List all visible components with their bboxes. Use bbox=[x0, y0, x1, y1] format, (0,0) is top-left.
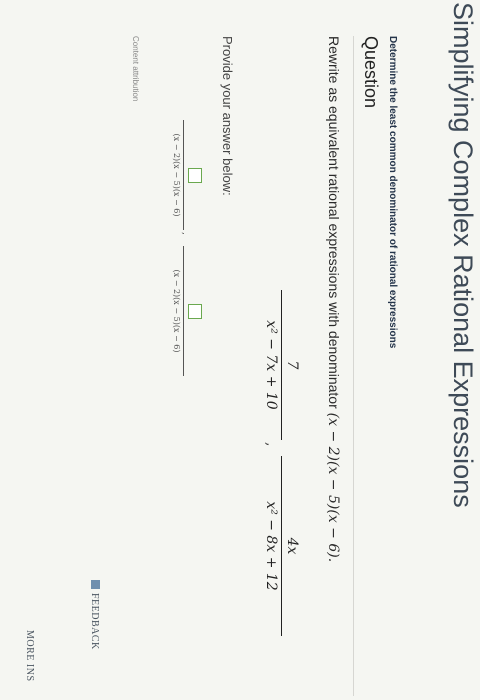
fraction-2-bar bbox=[281, 456, 282, 636]
fraction-2-denominator: x² − 8x + 12 bbox=[263, 501, 279, 591]
subtopic-label: Determine the least common denominator o… bbox=[387, 36, 398, 349]
answer-fraction-1: (x − 2)(x − 5)(x − 6) bbox=[172, 120, 202, 230]
content-attribution-link[interactable]: Content attribution bbox=[131, 36, 140, 101]
feedback-label: FEEDBACK bbox=[89, 593, 100, 650]
fraction-1-numerator: 7 bbox=[284, 360, 300, 370]
answer-prompt: Provide your answer below: bbox=[220, 36, 235, 196]
fraction-separator: , bbox=[263, 442, 279, 447]
fraction-2: 4x x² − 8x + 12 bbox=[263, 456, 300, 636]
feedback-icon bbox=[91, 580, 100, 589]
page-title: Simplifying Complex Rational Expressions bbox=[448, 2, 478, 508]
answer-separator: , bbox=[180, 232, 190, 235]
fraction-1-bar bbox=[281, 290, 282, 440]
feedback-button[interactable]: FEEDBACK bbox=[89, 580, 100, 650]
fraction-2-numerator: 4x bbox=[284, 537, 300, 555]
prompt-math: (x − 2)(x − 5)(x − 6). bbox=[325, 412, 341, 563]
prompt-text: Rewrite as equivalent rational expressio… bbox=[326, 36, 342, 413]
answer-denominator-1: (x − 2)(x − 5)(x − 6) bbox=[172, 133, 181, 217]
section-heading: Question bbox=[361, 36, 381, 109]
numerator-input-1[interactable] bbox=[188, 167, 202, 183]
more-instructions-button[interactable]: MORE INS bbox=[24, 630, 35, 682]
rotated-screen: Simplifying Complex Rational Expressions… bbox=[0, 0, 480, 700]
numerator-input-2[interactable] bbox=[188, 303, 202, 319]
answer-fraction-2-bar bbox=[183, 246, 184, 376]
answer-fraction-2: (x − 2)(x − 5)(x − 6) bbox=[172, 246, 202, 376]
fraction-1: 7 x² − 7x + 10 bbox=[263, 290, 300, 440]
answer-fraction-1-bar bbox=[183, 120, 184, 230]
divider bbox=[353, 36, 354, 696]
answer-denominator-2: (x − 2)(x − 5)(x − 6) bbox=[172, 269, 181, 353]
question-prompt: Rewrite as equivalent rational expressio… bbox=[325, 36, 342, 562]
fraction-1-denominator: x² − 7x + 10 bbox=[263, 320, 279, 410]
